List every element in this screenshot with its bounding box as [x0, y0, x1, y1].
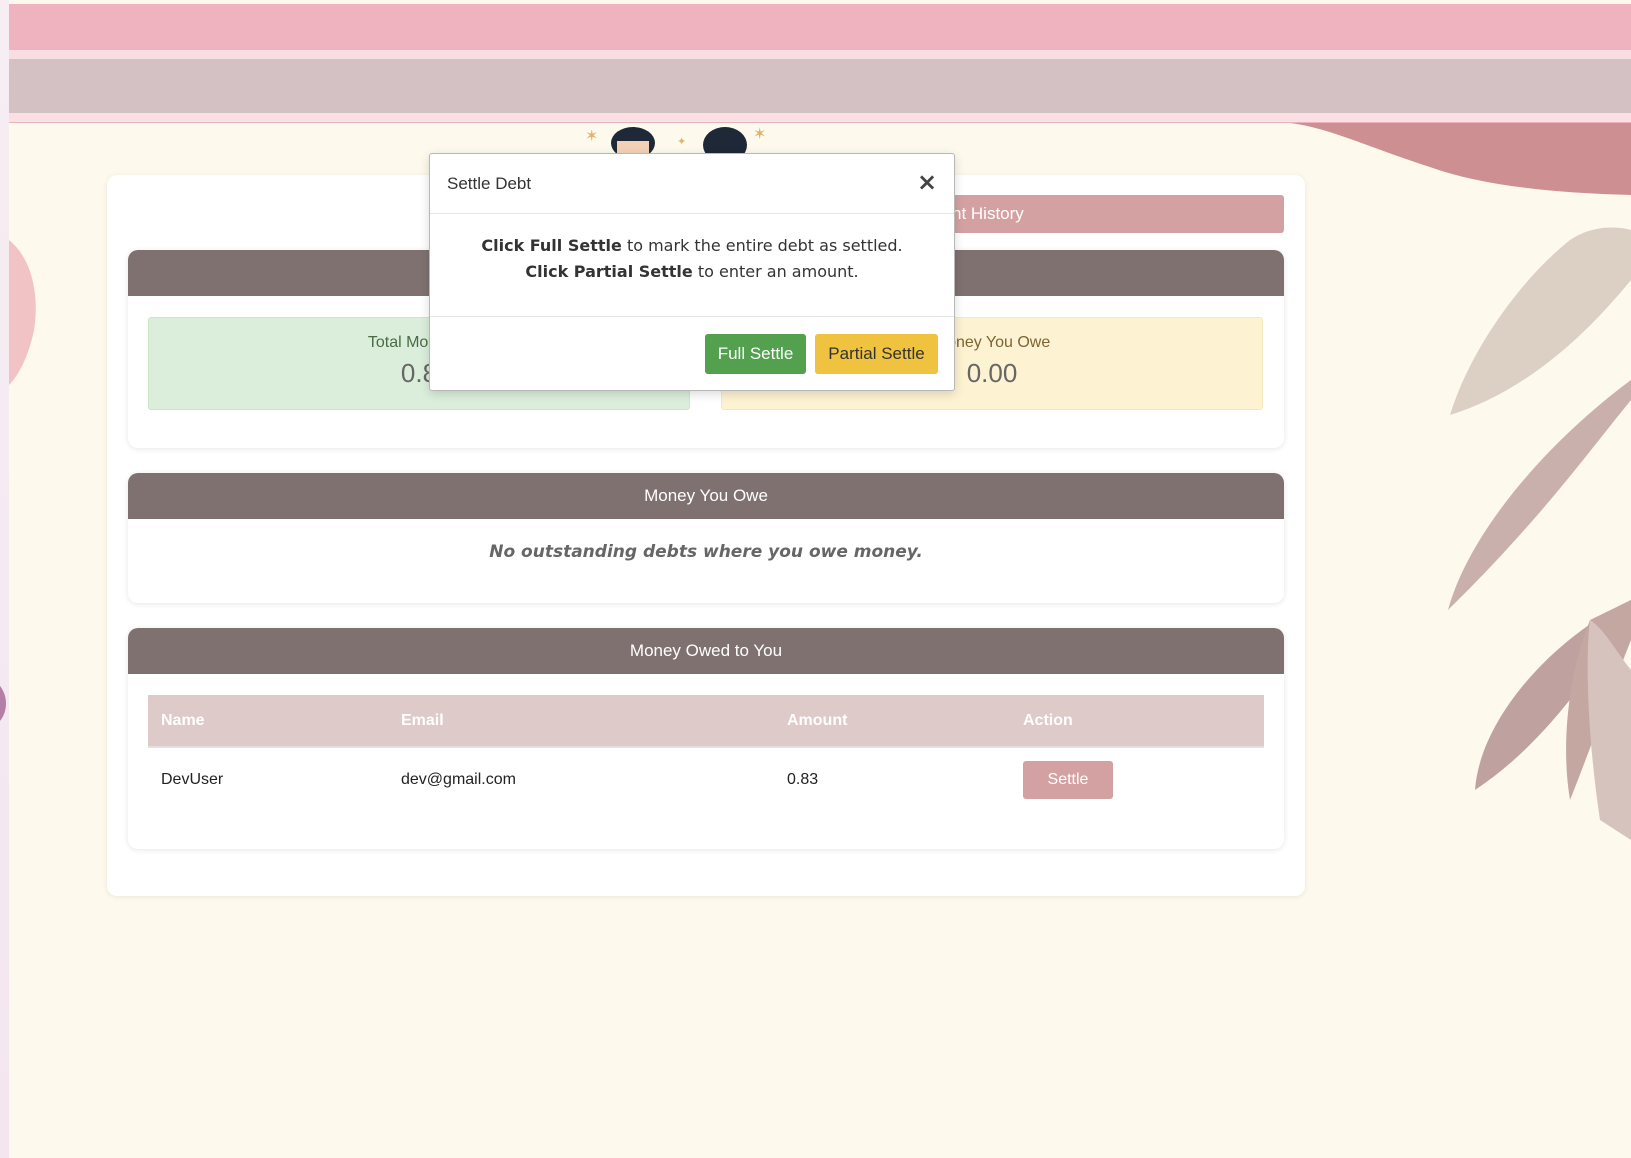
top-navbar	[9, 4, 1631, 50]
debtor-name: DevUser	[161, 770, 224, 788]
svg-text:✦: ✦	[677, 135, 686, 148]
svg-text:✶: ✶	[753, 124, 766, 143]
settle-button[interactable]: Settle	[1023, 760, 1113, 799]
settle-debt-modal: Settle Debt × Click Full Settle to mark …	[429, 153, 955, 391]
sub-navbar	[9, 59, 1631, 113]
partial-settle-button[interactable]: Partial Settle	[815, 334, 938, 374]
modal-header: Settle Debt ×	[430, 154, 954, 214]
close-icon[interactable]: ×	[914, 169, 940, 195]
column-header-email: Email	[388, 695, 774, 748]
debtor-email: dev@gmail.com	[401, 770, 516, 788]
instruction-partial-text: to enter an amount.	[692, 262, 859, 281]
svg-text:✶: ✶	[585, 126, 598, 145]
left-edge-strip	[0, 0, 9, 1158]
modal-body: Click Full Settle to mark the entire deb…	[430, 214, 954, 317]
money-you-owe-panel: Money You Owe No outstanding debts where…	[128, 473, 1284, 603]
table-header-row: Name Email Amount Action	[148, 695, 1264, 748]
money-owed-to-you-header: Money Owed to You	[128, 628, 1284, 674]
sub-navbar-divider	[9, 113, 1631, 123]
navbar-divider	[9, 50, 1631, 59]
column-header-action: Action	[1010, 695, 1264, 748]
instruction-line-full: Click Full Settle to mark the entire deb…	[430, 233, 954, 259]
instruction-full-bold: Click Full Settle	[481, 236, 622, 255]
owed-debts-table: Name Email Amount Action DevUser dev@gma…	[148, 695, 1264, 811]
action-cell: Settle	[1010, 747, 1264, 811]
instruction-partial-bold: Click Partial Settle	[525, 262, 693, 281]
instruction-full-text: to mark the entire debt as settled.	[621, 236, 903, 255]
column-header-name: Name	[148, 695, 388, 748]
couple-illustration: ✶ ✦ ✶	[585, 124, 766, 157]
leaf-branch-decoration	[1448, 227, 1631, 840]
instruction-line-partial: Click Partial Settle to enter an amount.	[430, 259, 954, 285]
column-header-amount: Amount	[774, 695, 1010, 748]
pink-blob-decoration	[1290, 123, 1631, 195]
modal-title: Settle Debt	[447, 173, 532, 193]
payment-history-button[interactable]: nt History	[940, 195, 1284, 233]
modal-footer: Full Settle Partial Settle	[430, 317, 954, 391]
debt-amount: 0.83	[787, 770, 819, 788]
full-settle-button[interactable]: Full Settle	[705, 334, 806, 374]
money-you-owe-header: Money You Owe	[128, 473, 1284, 519]
left-blob-decoration	[9, 240, 36, 385]
no-debts-message: No outstanding debts where you owe money…	[489, 542, 923, 562]
table-row: DevUser dev@gmail.com 0.83 Settle	[148, 747, 1264, 811]
money-owed-to-you-panel: Money Owed to You Name Email Amount Acti…	[128, 628, 1284, 849]
